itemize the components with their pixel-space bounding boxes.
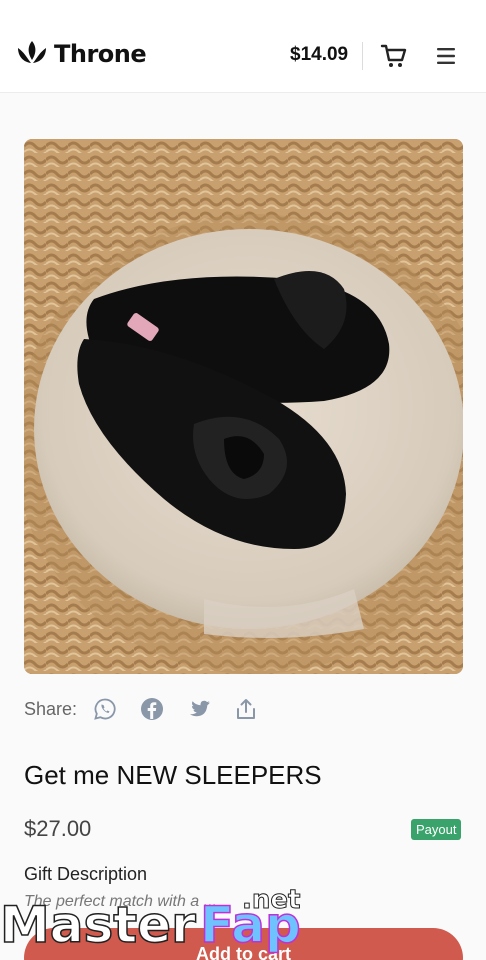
balance-amount[interactable]: $14.09 (290, 44, 348, 66)
slippers-photo (24, 139, 463, 674)
svg-text:.net: .net (242, 885, 300, 915)
menu-icon[interactable] (432, 42, 460, 70)
gift-description-label: Gift Description (24, 864, 148, 884)
product-title: Get me NEW SLEEPERS (24, 760, 322, 790)
cart-icon[interactable] (380, 42, 408, 70)
throne-logo[interactable]: Throne (16, 38, 147, 70)
header-divider (362, 42, 363, 70)
gift-description-text: The perfect match with a ... (24, 893, 217, 910)
share-label: Share: (24, 698, 78, 719)
payout-badge: Payout (411, 819, 462, 840)
crown-logo-icon (18, 41, 46, 63)
logo-text: Throne (54, 40, 147, 68)
add-to-cart-button[interactable]: Add to cart (24, 928, 463, 960)
whatsapp-icon[interactable] (93, 697, 117, 721)
twitter-icon[interactable] (187, 697, 211, 721)
top-bar: Throne $14.09 (0, 0, 486, 93)
share-row: Share: (24, 694, 281, 724)
product-image[interactable] (24, 139, 463, 674)
facebook-icon[interactable] (140, 697, 164, 721)
product-price: $27.00 (24, 816, 92, 841)
share-upload-icon[interactable] (234, 697, 258, 721)
